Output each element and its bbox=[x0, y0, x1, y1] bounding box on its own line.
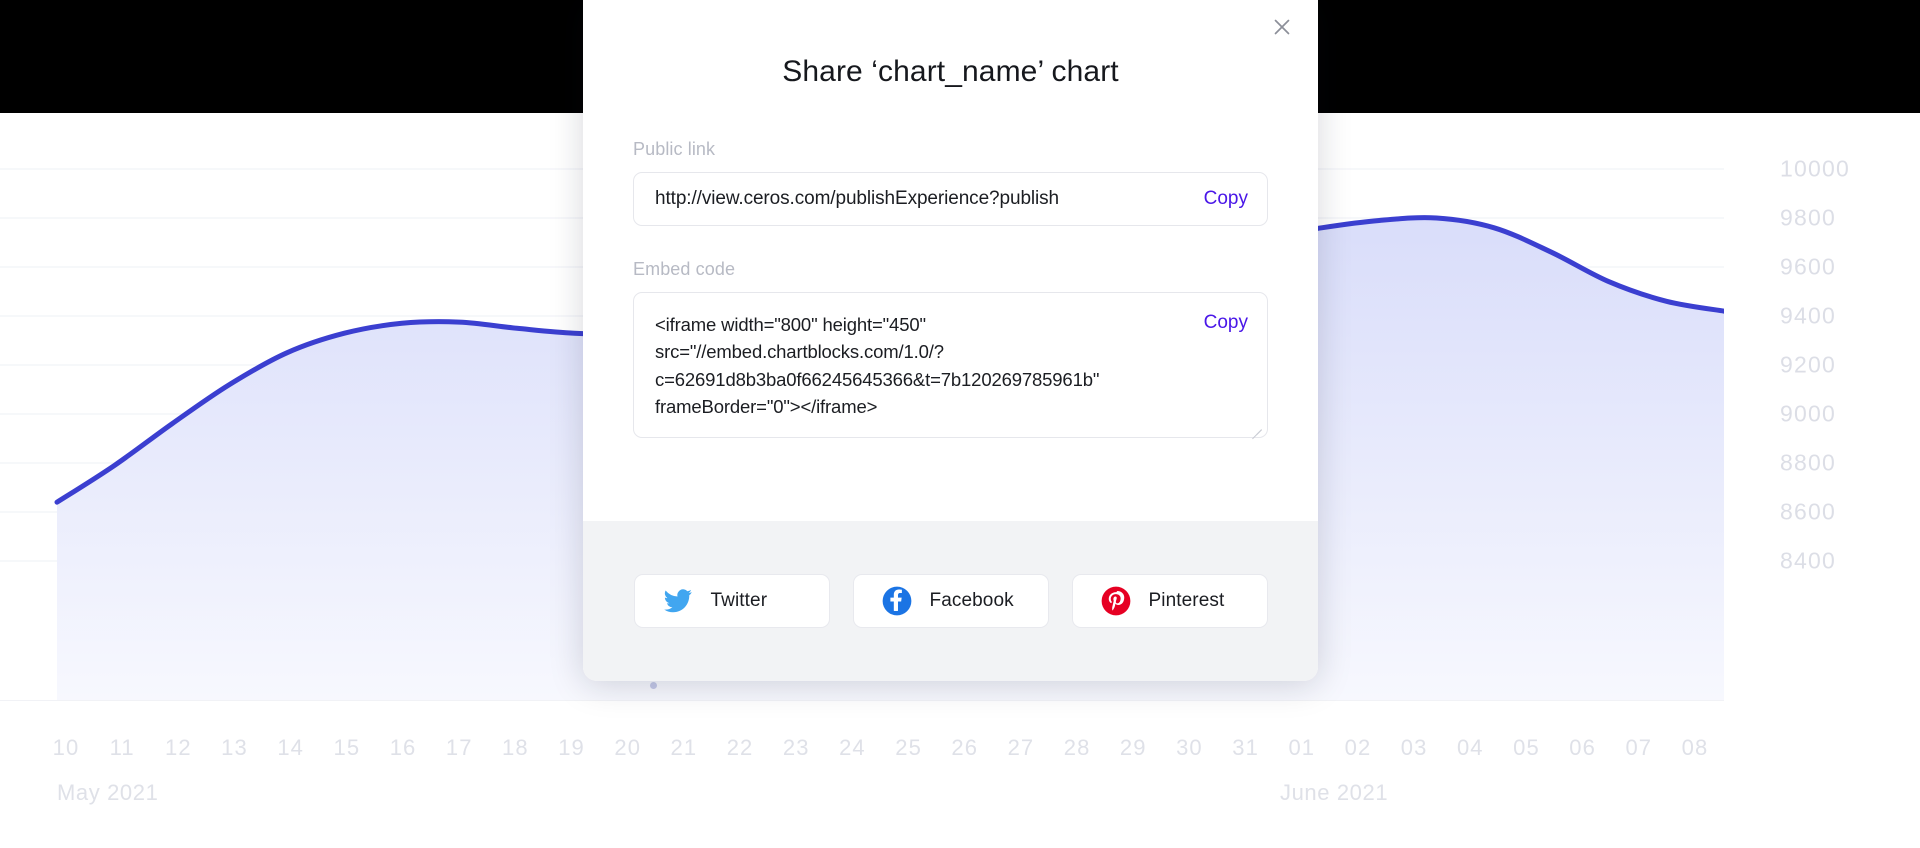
x-axis-tick: 07 bbox=[1625, 735, 1653, 760]
y-axis-tick: 10000 bbox=[1780, 155, 1850, 182]
x-axis-tick: 30 bbox=[1176, 735, 1203, 760]
twitter-label: Twitter bbox=[710, 590, 768, 611]
chart-y-axis: 10000 9800 9600 9400 9200 9000 8800 8600 8400 bbox=[1780, 113, 1910, 700]
x-axis-month-june: June 2021 bbox=[1280, 780, 1389, 805]
modal-body: Public link http://view.ceros.com/publis… bbox=[583, 89, 1318, 439]
x-axis-tick: 24 bbox=[839, 735, 866, 760]
share-modal: Share ‘chart_name’ chart Public link htt… bbox=[583, 0, 1318, 681]
close-icon[interactable] bbox=[1265, 10, 1299, 44]
twitter-icon bbox=[663, 589, 692, 613]
x-axis-tick: 21 bbox=[670, 735, 698, 760]
share-pinterest-button[interactable]: Pinterest bbox=[1071, 574, 1268, 628]
x-axis-tick: 15 bbox=[333, 735, 361, 760]
y-axis-tick: 9600 bbox=[1780, 253, 1836, 280]
share-twitter-button[interactable]: Twitter bbox=[633, 574, 830, 628]
y-axis-tick: 9400 bbox=[1780, 302, 1836, 329]
public-link-label: Public link bbox=[633, 139, 716, 159]
x-axis-tick: 01 bbox=[1288, 735, 1316, 760]
x-axis-tick: 11 bbox=[109, 735, 135, 760]
public-link-field[interactable]: http://view.ceros.com/publishExperience?… bbox=[633, 172, 1268, 226]
y-axis-tick: 8600 bbox=[1780, 498, 1836, 525]
x-axis-tick: 06 bbox=[1569, 735, 1596, 760]
x-axis-tick: 04 bbox=[1456, 735, 1484, 760]
x-axis-tick: 18 bbox=[502, 735, 529, 760]
x-axis-tick: 13 bbox=[221, 735, 248, 760]
x-axis-tick: 03 bbox=[1400, 735, 1428, 760]
copy-public-link-button[interactable]: Copy bbox=[1192, 188, 1248, 210]
y-axis-tick: 9000 bbox=[1780, 400, 1836, 427]
facebook-icon bbox=[882, 586, 911, 616]
x-axis-tick: 28 bbox=[1063, 735, 1091, 760]
modal-title: Share ‘chart_name’ chart bbox=[782, 55, 1119, 88]
chart-x-axis: 10 11 12 13 14 15 16 17 18 19 20 21 22 23 24 25 26 27 28 29… bbox=[0, 735, 1760, 769]
x-axis-tick: 31 bbox=[1232, 735, 1259, 760]
public-link-value[interactable]: http://view.ceros.com/publishExperience?… bbox=[655, 188, 1192, 210]
facebook-label: Facebook bbox=[929, 590, 1014, 611]
x-axis-tick: 16 bbox=[389, 735, 417, 760]
embed-code-label: Embed code bbox=[633, 259, 736, 279]
x-axis-tick: 26 bbox=[951, 735, 979, 760]
x-axis-tick: 20 bbox=[614, 735, 642, 760]
x-axis-tick: 22 bbox=[726, 735, 754, 760]
screen: 10000 9800 9600 9400 9200 9000 8800 8600 8400 10… bbox=[0, 0, 1920, 848]
x-axis-tick: 29 bbox=[1119, 735, 1147, 760]
y-axis-tick: 9200 bbox=[1780, 351, 1836, 378]
embed-code-field[interactable]: <iframe width="800" height="450" src="//… bbox=[633, 292, 1268, 439]
textarea-resize-handle[interactable] bbox=[1248, 418, 1262, 439]
x-axis-tick: 08 bbox=[1681, 735, 1709, 760]
chart-baseline bbox=[0, 700, 1724, 701]
pinterest-icon bbox=[1101, 586, 1130, 616]
x-axis-tick: 05 bbox=[1513, 735, 1540, 760]
x-axis-tick: 14 bbox=[277, 735, 305, 760]
x-axis-tick: 19 bbox=[558, 735, 585, 760]
x-axis-tick: 10 bbox=[52, 735, 80, 760]
x-axis-month-may: May 2021 bbox=[57, 780, 159, 805]
y-axis-tick: 8400 bbox=[1780, 547, 1836, 574]
copy-embed-code-button[interactable]: Copy bbox=[1196, 311, 1248, 334]
x-axis-tick: 17 bbox=[445, 735, 473, 760]
modal-footer: Twitter Facebook Pinterest bbox=[583, 521, 1318, 681]
embed-code-value[interactable]: <iframe width="800" height="450" src="//… bbox=[655, 311, 1196, 421]
x-axis-tick: 12 bbox=[165, 735, 192, 760]
share-facebook-button[interactable]: Facebook bbox=[852, 574, 1049, 628]
y-axis-tick: 8800 bbox=[1780, 449, 1836, 476]
x-axis-tick: 25 bbox=[895, 735, 922, 760]
x-axis-tick: 27 bbox=[1007, 735, 1035, 760]
x-axis-tick: 23 bbox=[782, 735, 810, 760]
x-axis-tick: 02 bbox=[1344, 735, 1372, 760]
y-axis-tick: 9800 bbox=[1780, 204, 1836, 231]
chart-data-point-marker bbox=[650, 682, 657, 689]
pinterest-label: Pinterest bbox=[1148, 590, 1225, 611]
